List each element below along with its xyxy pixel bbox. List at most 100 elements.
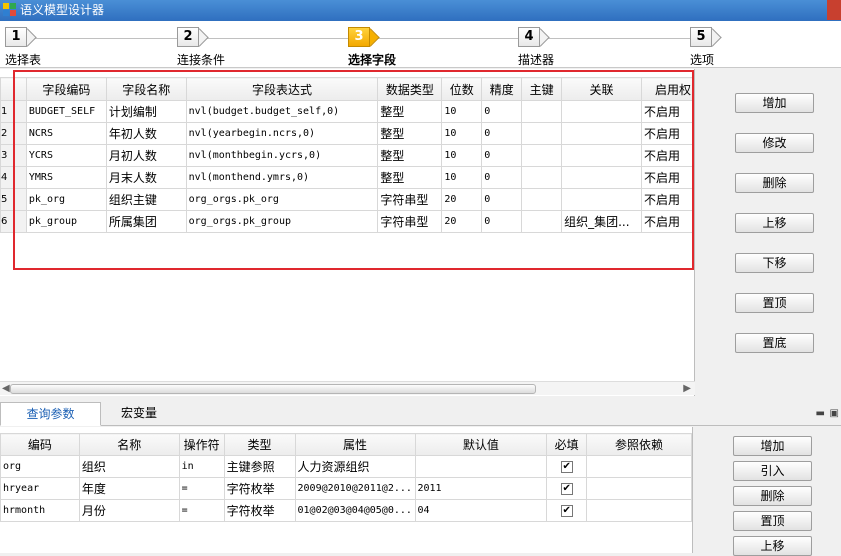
tab-macro-variables[interactable]: 宏变量 <box>101 402 177 426</box>
field-relation[interactable]: 组织_集团... <box>561 210 643 233</box>
field-code[interactable]: pk_group <box>25 210 107 233</box>
column-header[interactable]: 主键 <box>521 77 563 101</box>
table-row[interactable]: hrmonth 月份 = 字符枚举 01@02@03@04@05@0... 04… <box>0 499 692 522</box>
field-name[interactable]: 组织主键 <box>105 188 187 211</box>
field-primary-key[interactable] <box>521 122 563 145</box>
table-row[interactable]: 4 YMRS 月末人数 nvl(monthend.ymrs,0) 整型 10 0… <box>0 166 694 189</box>
column-header[interactable]: 名称 <box>78 433 180 456</box>
field-code[interactable]: YCRS <box>25 144 107 167</box>
field-precision[interactable]: 0 <box>481 166 523 189</box>
field-datatype[interactable]: 整型 <box>377 122 443 145</box>
param-default[interactable]: 2011 <box>414 477 548 500</box>
param-code[interactable]: hrmonth <box>0 499 80 522</box>
column-header[interactable]: 位数 <box>441 77 483 101</box>
param-name[interactable]: 月份 <box>78 499 180 522</box>
column-header[interactable]: 编码 <box>0 433 80 456</box>
scroll-left-icon[interactable]: ◀ <box>2 382 10 396</box>
field-primary-key[interactable] <box>521 188 563 211</box>
column-header[interactable]: 参照依赖 <box>586 433 692 456</box>
field-enable-permission[interactable]: 不启用 <box>641 144 694 167</box>
add-param-button[interactable]: 增加 <box>733 436 812 456</box>
column-header[interactable]: 数据类型 <box>377 77 443 101</box>
field-datatype[interactable]: 整型 <box>377 166 443 189</box>
param-default[interactable]: 04 <box>414 499 548 522</box>
field-relation[interactable] <box>561 122 643 145</box>
param-default[interactable] <box>414 455 548 478</box>
field-expression[interactable]: org_orgs.pk_group <box>185 210 379 233</box>
field-code[interactable]: NCRS <box>25 122 107 145</box>
field-digits[interactable]: 10 <box>441 144 483 167</box>
field-digits[interactable]: 10 <box>441 166 483 189</box>
field-datatype[interactable]: 整型 <box>377 100 443 123</box>
param-attribute[interactable]: 01@02@03@04@05@0... <box>294 499 416 522</box>
move-down-button[interactable]: 下移 <box>735 253 814 273</box>
field-enable-permission[interactable]: 不启用 <box>641 100 694 123</box>
param-type[interactable]: 字符枚举 <box>223 499 296 522</box>
param-attribute[interactable]: 人力资源组织 <box>294 455 416 478</box>
field-name[interactable]: 计划编制 <box>105 100 187 123</box>
field-precision[interactable]: 0 <box>481 210 523 233</box>
edit-field-button[interactable]: 修改 <box>735 133 814 153</box>
table-row[interactable]: 1 BUDGET_SELF 计划编制 nvl(budget.budget_sel… <box>0 100 694 123</box>
close-button[interactable] <box>827 0 841 20</box>
field-name[interactable]: 所属集团 <box>105 210 187 233</box>
field-relation[interactable] <box>561 166 643 189</box>
field-relation[interactable] <box>561 188 643 211</box>
field-relation[interactable] <box>561 144 643 167</box>
field-enable-permission[interactable]: 不启用 <box>641 210 694 233</box>
field-expression[interactable]: org_orgs.pk_org <box>185 188 379 211</box>
checkbox[interactable]: ✔ <box>560 505 573 517</box>
field-relation[interactable] <box>561 100 643 123</box>
field-expression[interactable]: nvl(monthbegin.ycrs,0) <box>185 144 379 167</box>
delete-field-button[interactable]: 删除 <box>735 173 814 193</box>
field-enable-permission[interactable]: 不启用 <box>641 188 694 211</box>
add-field-button[interactable]: 增加 <box>735 93 814 113</box>
param-type[interactable]: 主键参照 <box>223 455 296 478</box>
param-required[interactable]: ✔ <box>546 477 588 500</box>
column-header[interactable]: 字段名称 <box>105 77 187 101</box>
move-bottom-button[interactable]: 置底 <box>735 333 814 353</box>
field-enable-permission[interactable]: 不启用 <box>641 122 694 145</box>
table-row[interactable]: 6 pk_group 所属集团 org_orgs.pk_group 字符串型 2… <box>0 210 694 233</box>
move-top-button[interactable]: 置顶 <box>735 293 814 313</box>
column-header[interactable]: 操作符 <box>178 433 225 456</box>
field-precision[interactable]: 0 <box>481 122 523 145</box>
param-code[interactable]: org <box>0 455 80 478</box>
import-param-button[interactable]: 引入 <box>733 461 812 481</box>
param-type[interactable]: 字符枚举 <box>223 477 296 500</box>
field-digits[interactable]: 10 <box>441 122 483 145</box>
field-digits[interactable]: 20 <box>441 210 483 233</box>
column-header[interactable]: 默认值 <box>414 433 548 456</box>
column-header[interactable]: 类型 <box>223 433 296 456</box>
field-datatype[interactable]: 整型 <box>377 144 443 167</box>
param-operator[interactable]: = <box>178 499 225 522</box>
field-digits[interactable]: 10 <box>441 100 483 123</box>
param-move-up-button[interactable]: 上移 <box>733 536 812 556</box>
table-row[interactable]: 3 YCRS 月初人数 nvl(monthbegin.ycrs,0) 整型 10… <box>0 144 694 167</box>
param-dependency[interactable] <box>586 477 692 500</box>
column-header[interactable]: 字段编码 <box>25 77 107 101</box>
param-operator[interactable]: in <box>178 455 225 478</box>
field-digits[interactable]: 20 <box>441 188 483 211</box>
table-row[interactable]: org 组织 in 主键参照 人力资源组织 ✔ <box>0 455 692 478</box>
scrollbar-thumb[interactable] <box>10 384 536 394</box>
field-code[interactable]: BUDGET_SELF <box>25 100 107 123</box>
field-name[interactable]: 月末人数 <box>105 166 187 189</box>
field-expression[interactable]: nvl(yearbegin.ncrs,0) <box>185 122 379 145</box>
table-row[interactable]: 2 NCRS 年初人数 nvl(yearbegin.ncrs,0) 整型 10 … <box>0 122 694 145</box>
maximize-icon[interactable]: ▣ <box>830 408 839 419</box>
field-precision[interactable]: 0 <box>481 100 523 123</box>
field-primary-key[interactable] <box>521 210 563 233</box>
field-primary-key[interactable] <box>521 144 563 167</box>
checkbox[interactable]: ✔ <box>560 483 573 495</box>
table-row[interactable]: hryear 年度 = 字符枚举 2009@2010@2011@2... 201… <box>0 477 692 500</box>
field-precision[interactable]: 0 <box>481 144 523 167</box>
column-header[interactable]: 字段表达式 <box>185 77 379 101</box>
delete-param-button[interactable]: 删除 <box>733 486 812 506</box>
field-enable-permission[interactable]: 不启用 <box>641 166 694 189</box>
field-expression[interactable]: nvl(budget.budget_self,0) <box>185 100 379 123</box>
field-name[interactable]: 月初人数 <box>105 144 187 167</box>
field-datatype[interactable]: 字符串型 <box>377 210 443 233</box>
column-header[interactable]: 必填 <box>546 433 588 456</box>
field-code[interactable]: YMRS <box>25 166 107 189</box>
